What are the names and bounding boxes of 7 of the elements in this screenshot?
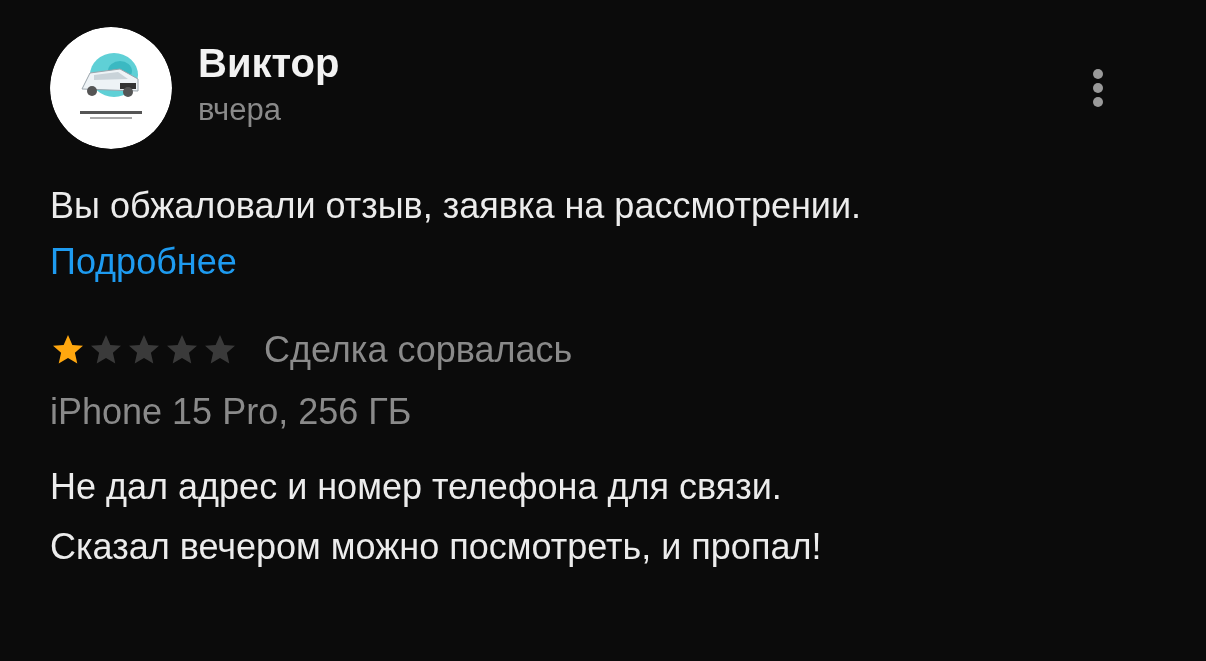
details-link[interactable]: Подробнее [50,241,237,283]
review-text: Не дал адрес и номер телефона для связи. Сказал вечером можно посмотреть, и пропал! [50,465,823,569]
appeal-notice: Вы обжаловали отзыв, заявка на рассмотрении. [50,185,863,227]
deal-status: Сделка сорвалась [264,329,573,371]
review-date: вчера [198,91,282,129]
product-name: iPhone 15 Pro, 256 ГБ [50,391,413,433]
author-name: Виктор [198,40,341,87]
